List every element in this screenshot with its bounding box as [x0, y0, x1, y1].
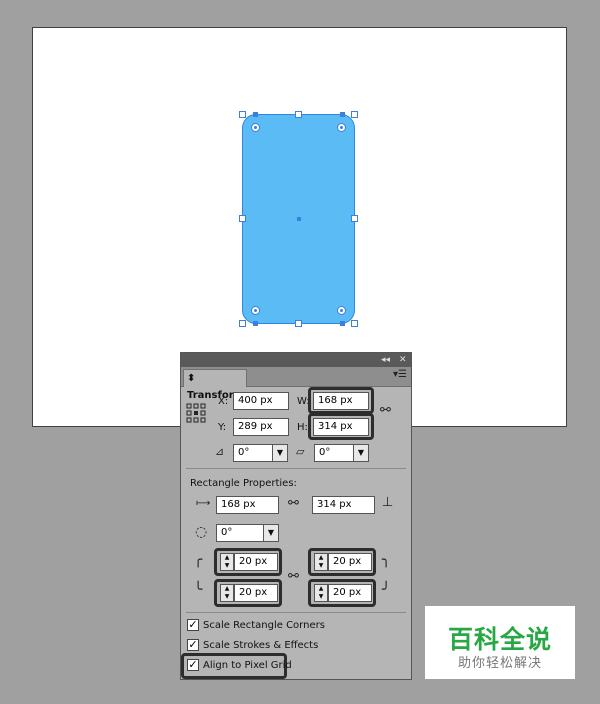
constrain-proportions-link-icon[interactable]: ⚯	[288, 570, 299, 583]
live-corner-widget[interactable]	[337, 306, 346, 315]
corner-type-icon[interactable]: ╯	[382, 583, 390, 597]
rotate-field[interactable]: 0°	[233, 444, 273, 462]
selection-handle-top-right[interactable]	[351, 111, 358, 118]
rectangle-properties-heading: Rectangle Properties:	[190, 478, 297, 489]
divider	[186, 612, 406, 613]
y-label: Y:	[218, 422, 227, 433]
y-field[interactable]: 289 px	[233, 418, 289, 436]
width-arrows-icon: ⟼	[196, 498, 211, 509]
align-pixel-label: Align to Pixel Grid	[203, 660, 292, 671]
corner-tr-stepper[interactable]: ▲ ▼	[314, 553, 328, 571]
rotate-angle-icon: ⊿	[215, 445, 225, 458]
constrain-proportions-link-icon[interactable]: ⚯	[380, 404, 391, 417]
live-corner-widget[interactable]	[337, 123, 346, 132]
rect-width-field[interactable]: 168 px	[216, 496, 279, 514]
anchor-point	[253, 321, 258, 326]
watermark-logo: 百科全说 助你轻松解决	[425, 606, 575, 679]
height-arrows-icon: ⊥	[382, 495, 394, 510]
rotate-dropdown-button[interactable]: ▼	[272, 444, 288, 462]
selection-handle-mid-right[interactable]	[351, 215, 358, 222]
selection-handle-top-left[interactable]	[239, 111, 246, 118]
w-field[interactable]: 168 px	[313, 392, 369, 410]
live-corner-widget[interactable]	[251, 306, 260, 315]
h-label: H:	[297, 422, 308, 433]
corner-br-stepper[interactable]: ▲ ▼	[314, 584, 328, 602]
center-point	[297, 217, 301, 221]
x-field[interactable]: 400 px	[233, 392, 289, 410]
anchor-point	[253, 112, 258, 117]
watermark-title: 百科全说	[447, 625, 552, 654]
shear-icon: ▱	[296, 445, 305, 458]
corner-type-icon[interactable]: ╮	[382, 553, 390, 567]
close-icon[interactable]: ✕	[399, 353, 407, 367]
corner-tl-stepper[interactable]: ▲ ▼	[220, 553, 234, 571]
rect-height-field[interactable]: 314 px	[312, 496, 375, 514]
scale-strokes-label: Scale Strokes & Effects	[203, 640, 319, 651]
selection-handle-bottom-right[interactable]	[351, 320, 358, 327]
corner-type-icon[interactable]: ╰	[194, 583, 202, 597]
corner-bl-stepper[interactable]: ▲ ▼	[220, 584, 234, 602]
scale-corners-checkbox[interactable]: ✓	[187, 619, 199, 631]
corner-tr-field[interactable]: 20 px	[328, 553, 372, 571]
panel-menu-icon[interactable]: ▾☰	[393, 369, 407, 380]
shear-dropdown-button[interactable]: ▼	[353, 444, 369, 462]
panel-title-bar: ◂◂ ✕	[181, 353, 411, 367]
watermark-subtitle: 助你轻松解决	[457, 656, 542, 671]
panel-tab-bar: ⬍ Transform ▾☰	[181, 367, 411, 401]
rect-rotate-dropdown-button[interactable]: ▼	[263, 524, 279, 542]
reference-point-grid-icon[interactable]	[186, 403, 206, 423]
live-corner-widget[interactable]	[251, 123, 260, 132]
selection-handle-bottom-left[interactable]	[239, 320, 246, 327]
scale-corners-label: Scale Rectangle Corners	[203, 620, 325, 631]
corner-bl-field[interactable]: 20 px	[234, 584, 278, 602]
selection-handle-mid-left[interactable]	[239, 215, 246, 222]
selection-handle-top-mid[interactable]	[295, 111, 302, 118]
anchor-point	[340, 112, 345, 117]
divider	[186, 468, 406, 469]
x-label: X:	[218, 396, 229, 407]
tab-transform[interactable]: ⬍ Transform	[183, 369, 247, 401]
constrain-proportions-link-icon[interactable]: ⚯	[288, 497, 299, 510]
rotate-circle-icon: ◌	[195, 524, 208, 540]
anchor-point	[340, 321, 345, 326]
selection-handle-bottom-mid[interactable]	[295, 320, 302, 327]
corner-br-field[interactable]: 20 px	[328, 584, 372, 602]
scale-strokes-checkbox[interactable]: ✓	[187, 639, 199, 651]
rect-rotate-field[interactable]: 0°	[216, 524, 264, 542]
h-field[interactable]: 314 px	[313, 418, 369, 436]
collapse-icon[interactable]: ◂◂	[381, 353, 390, 367]
shear-field[interactable]: 0°	[314, 444, 354, 462]
align-pixel-checkbox[interactable]: ✓	[187, 659, 199, 671]
corner-type-icon[interactable]: ╭	[194, 553, 202, 567]
corner-tl-field[interactable]: 20 px	[234, 553, 278, 571]
